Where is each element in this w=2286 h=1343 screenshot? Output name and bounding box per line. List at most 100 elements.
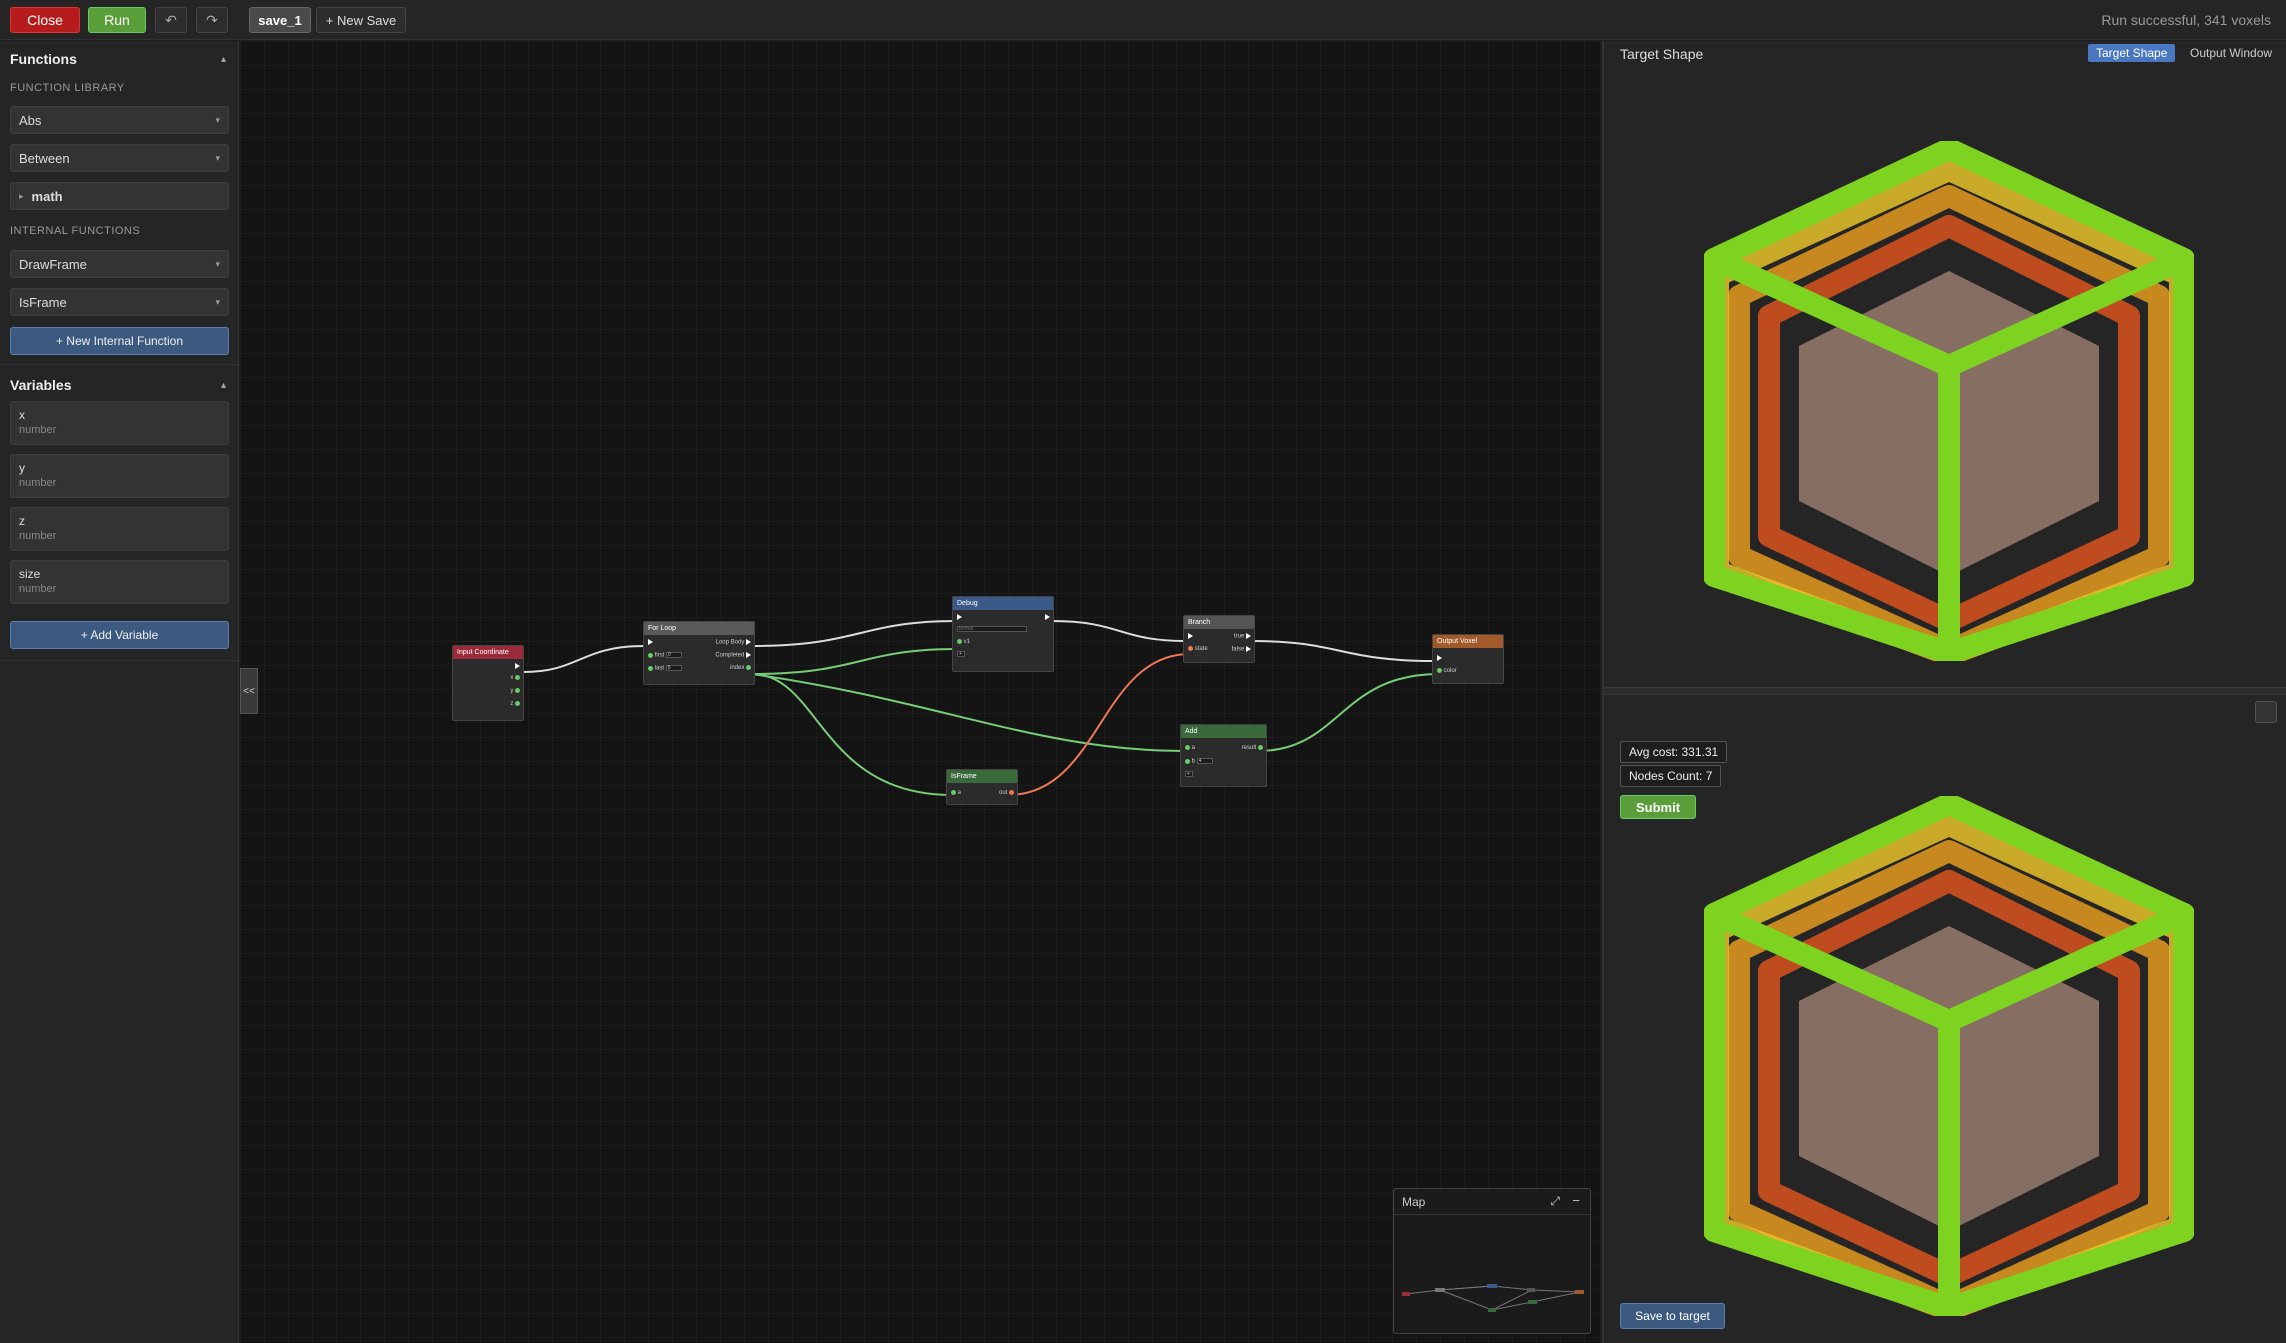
function-folder-math[interactable]: ▸ math [10, 182, 229, 210]
function-item-drawframe[interactable]: DrawFrame ▾ [10, 250, 229, 278]
variable-y[interactable]: y number [10, 454, 229, 498]
internal-functions-label: INTERNAL FUNCTIONS [10, 225, 141, 237]
pin-x[interactable]: x [510, 675, 520, 681]
functions-title: Functions [10, 51, 77, 67]
function-item-between[interactable]: Between ▾ [10, 144, 229, 172]
pin-false[interactable]: false [1232, 646, 1251, 653]
pin-a[interactable]: a [1185, 745, 1195, 751]
minimize-icon[interactable]: − [1572, 1193, 1580, 1208]
undo-icon[interactable]: ↶ [155, 7, 187, 33]
pin-b[interactable]: b 4 [1185, 758, 1213, 765]
run-button[interactable]: Run [88, 7, 146, 33]
chevron-down-icon: ▾ [215, 296, 220, 307]
pin-label: x [510, 675, 514, 682]
pin-label: a [957, 790, 962, 797]
function-item-abs[interactable]: Abs ▾ [10, 106, 229, 134]
minimap-preview [1402, 1284, 1584, 1312]
collapse-sidebar-button[interactable]: << [240, 668, 258, 714]
exec-in-pin[interactable] [957, 614, 962, 621]
pin-out[interactable]: out [999, 790, 1014, 796]
node-add[interactable]: Add a b 4 + result [1180, 724, 1267, 787]
tab-target-shape[interactable]: Target Shape [2088, 44, 2176, 62]
minimap[interactable]: Map ⤢ − [1393, 1188, 1591, 1334]
node-output-voxel[interactable]: Output Voxel color [1432, 634, 1504, 684]
pin-true[interactable]: true [1234, 633, 1251, 640]
node-graph-canvas[interactable]: Input Coordinate x y z For Loop first 0 … [240, 41, 1600, 1343]
redo-icon[interactable]: ↷ [196, 7, 228, 33]
add-pin-button[interactable]: + [957, 651, 965, 658]
add-variable-button[interactable]: + Add Variable [10, 621, 229, 649]
pin-a[interactable]: a [951, 790, 961, 796]
pin-label: index [729, 665, 745, 672]
b-input[interactable]: 4 [1196, 758, 1213, 764]
pin-first[interactable]: first 0 [648, 652, 683, 659]
exec-out-pin[interactable] [1045, 614, 1050, 621]
pin-result[interactable]: result [1242, 745, 1263, 751]
function-item-isframe[interactable]: IsFrame ▾ [10, 288, 229, 316]
exec-in-pin[interactable] [648, 639, 653, 646]
pin-label: Completed [715, 652, 745, 659]
variable-name: size [19, 567, 41, 581]
node-title: Add [1181, 725, 1266, 738]
tab-output-window[interactable]: Output Window [2182, 44, 2280, 62]
function-item-label: IsFrame [19, 294, 67, 310]
pin-state[interactable]: state [1188, 646, 1208, 652]
last-input[interactable]: 5 [665, 665, 682, 671]
pin-z[interactable]: z [510, 701, 520, 707]
function-item-label: Abs [19, 112, 42, 128]
exec-in-pin[interactable] [1437, 655, 1442, 662]
node-isframe[interactable]: IsFrame a out [946, 769, 1018, 805]
format-field[interactable]: format [957, 626, 1027, 633]
minimap-title: Map [1402, 1195, 1426, 1209]
tab-save-1[interactable]: save_1 [249, 7, 311, 33]
first-input[interactable]: 0 [666, 652, 683, 658]
pin-y[interactable]: y [510, 688, 520, 694]
variable-type: number [19, 477, 57, 489]
variable-name: y [19, 461, 25, 475]
pin-label: result [1241, 745, 1257, 752]
minimap-header: Map ⤢ − [1394, 1189, 1590, 1215]
node-branch[interactable]: Branch state true false [1183, 615, 1255, 663]
function-item-label: DrawFrame [19, 256, 87, 272]
output-shape-render [1704, 796, 2194, 1316]
variable-x[interactable]: x number [10, 401, 229, 445]
node-for-loop[interactable]: For Loop first 0 last 5 Loop Body Comple… [643, 621, 755, 685]
chevron-down-icon: ▾ [215, 152, 220, 163]
format-input[interactable]: format [957, 626, 1027, 632]
exec-out-pin[interactable] [515, 663, 520, 670]
palette-icon[interactable] [2255, 701, 2277, 723]
new-internal-function-button[interactable]: + New Internal Function [10, 327, 229, 355]
variables-title: Variables [10, 377, 72, 393]
close-button[interactable]: Close [10, 7, 80, 33]
node-connections [522, 620, 1440, 796]
function-library-label: FUNCTION LIBRARY [10, 82, 125, 94]
functions-collapse-icon[interactable]: ▴ [221, 54, 226, 65]
node-title: For Loop [644, 622, 754, 635]
pin-label: z [510, 701, 514, 708]
pin-completed[interactable]: Completed [715, 652, 751, 659]
panel-splitter[interactable] [1604, 687, 2286, 695]
pin-label: y [510, 688, 514, 695]
variable-size[interactable]: size number [10, 560, 229, 604]
pin-label: out [998, 790, 1008, 797]
submit-button[interactable]: Submit [1620, 795, 1696, 819]
pin-loop-body[interactable]: Loop Body [716, 639, 751, 646]
new-save-button[interactable]: + New Save [316, 7, 406, 33]
variables-collapse-icon[interactable]: ▴ [221, 380, 226, 391]
save-to-target-button[interactable]: Save to target [1620, 1303, 1725, 1329]
add-pin-button[interactable]: + [1185, 771, 1193, 778]
pin-label: Loop Body [715, 639, 745, 646]
avg-cost: Avg cost: 331.31 [1620, 741, 1728, 763]
pin-last[interactable]: last 5 [648, 665, 682, 672]
pin-index[interactable]: index [730, 665, 751, 671]
node-input-coordinate[interactable]: Input Coordinate x y z [452, 645, 524, 721]
pin-v1[interactable]: v1 [957, 639, 970, 645]
node-debug[interactable]: Debug format v1 + [952, 596, 1054, 672]
node-title: Input Coordinate [453, 646, 523, 659]
variable-z[interactable]: z number [10, 507, 229, 551]
exec-in-pin[interactable] [1188, 633, 1193, 640]
pin-label: true [1233, 633, 1245, 640]
pin-color[interactable]: color [1437, 668, 1457, 674]
pin-label: a [1191, 745, 1196, 752]
expand-icon[interactable]: ⤢ [1550, 1194, 1560, 1209]
